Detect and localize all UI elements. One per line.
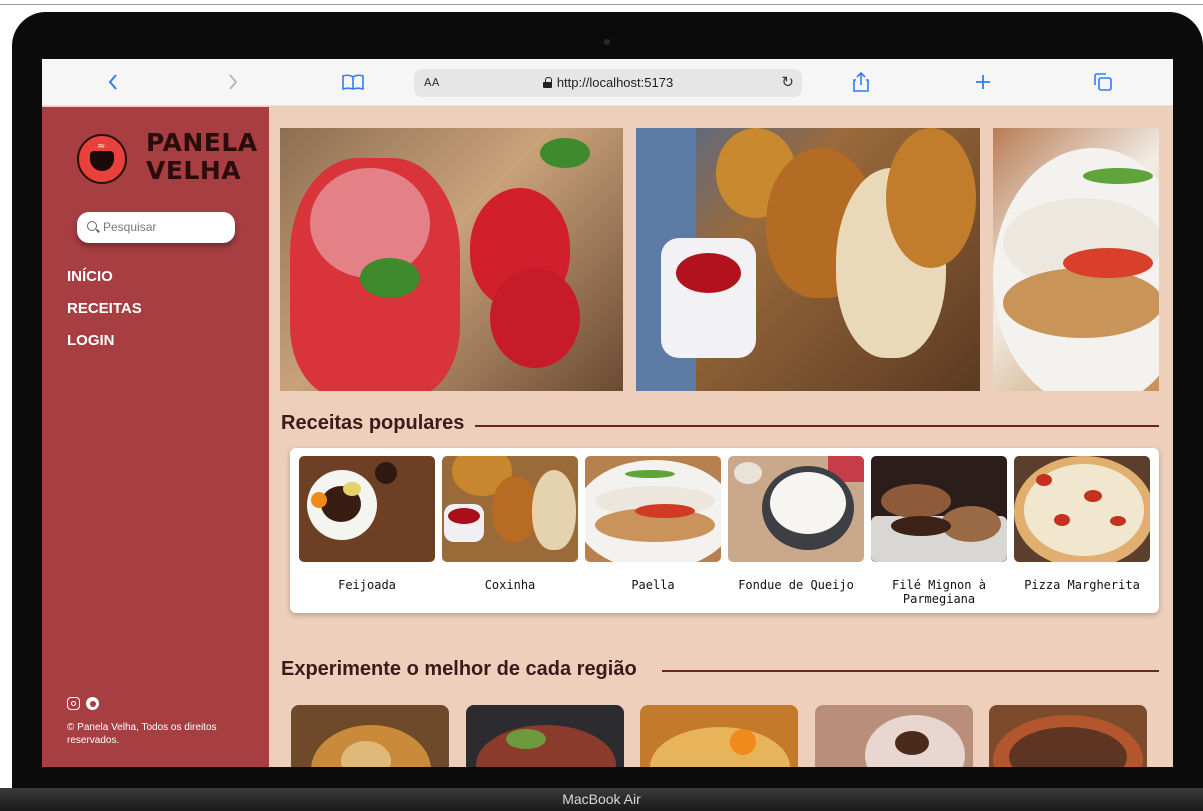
bookmarks-icon[interactable] bbox=[338, 69, 368, 95]
forward-icon[interactable] bbox=[218, 69, 248, 95]
lock-icon bbox=[542, 77, 552, 88]
nav-inicio[interactable]: INÍCIO bbox=[67, 267, 142, 299]
region-card-4[interactable] bbox=[815, 705, 973, 767]
reload-icon[interactable]: ↻ bbox=[781, 73, 794, 91]
logo-icon[interactable]: ≈ bbox=[77, 134, 127, 184]
top-divider bbox=[0, 4, 1203, 5]
recipe-name: Feijoada bbox=[338, 578, 396, 592]
hero-image-coxinha[interactable] bbox=[636, 128, 980, 391]
nav-login[interactable]: LOGIN bbox=[67, 331, 142, 363]
camera bbox=[604, 39, 610, 45]
recipe-card-coxinha[interactable]: Coxinha bbox=[442, 456, 578, 592]
recipe-image bbox=[442, 456, 578, 562]
browser-toolbar: AA http://localhost:5173 ↻ bbox=[42, 59, 1173, 106]
recipe-image bbox=[299, 456, 435, 562]
recipe-card-fondue[interactable]: Fondue de Queijo bbox=[728, 456, 864, 592]
url-value: http://localhost:5173 bbox=[556, 75, 674, 90]
tabs-icon[interactable] bbox=[1088, 69, 1118, 95]
instagram-icon[interactable] bbox=[67, 697, 80, 710]
search-icon bbox=[87, 221, 97, 231]
recipe-image bbox=[728, 456, 864, 562]
recipe-name: Filé Mignon à Parmegiana bbox=[892, 578, 986, 606]
regions-section-divider bbox=[662, 670, 1159, 672]
search-box[interactable] bbox=[77, 212, 235, 243]
recipe-image bbox=[585, 456, 721, 562]
back-icon[interactable] bbox=[98, 69, 128, 95]
region-card-5[interactable] bbox=[989, 705, 1147, 767]
search-input[interactable] bbox=[103, 218, 228, 236]
url-text: http://localhost:5173 bbox=[414, 75, 802, 90]
popular-section-divider bbox=[475, 425, 1159, 427]
popular-recipes-card: Feijoada Coxinha Paella Fondue de Queijo… bbox=[290, 448, 1159, 613]
screen: AA http://localhost:5173 ↻ ≈ PANELA VELH… bbox=[42, 59, 1173, 767]
recipe-name: Fondue de Queijo bbox=[738, 578, 854, 592]
recipe-image bbox=[1014, 456, 1150, 562]
social-links bbox=[67, 697, 99, 710]
address-bar[interactable]: AA http://localhost:5173 ↻ bbox=[414, 69, 802, 97]
popular-section-title: Receitas populares bbox=[281, 412, 465, 434]
recipe-image bbox=[871, 456, 1007, 562]
pot-icon bbox=[90, 151, 114, 171]
new-tab-icon[interactable] bbox=[968, 69, 998, 95]
region-card-2[interactable] bbox=[466, 705, 624, 767]
brand-name[interactable]: PANELA VELHA bbox=[146, 129, 258, 185]
device-label: MacBook Air bbox=[562, 791, 641, 807]
recipe-name: Coxinha bbox=[484, 578, 536, 592]
recipe-card-pizza[interactable]: Pizza Margherita bbox=[1014, 456, 1150, 592]
share-icon[interactable] bbox=[846, 69, 876, 95]
recipe-card-paella[interactable]: Paella bbox=[585, 456, 721, 592]
main-nav: INÍCIO RECEITAS LOGIN bbox=[67, 267, 142, 363]
recipe-name: Pizza Margherita bbox=[1024, 578, 1140, 592]
recipe-card-feijoada[interactable]: Feijoada bbox=[299, 456, 435, 592]
github-icon[interactable] bbox=[86, 697, 99, 710]
nav-receitas[interactable]: RECEITAS bbox=[67, 299, 142, 331]
brand-line-1: PANELA bbox=[146, 128, 258, 157]
sidebar: ≈ PANELA VELHA INÍCIO RECEITAS LOGIN © P… bbox=[42, 107, 269, 767]
regions-section-title: Experimente o melhor de cada região bbox=[281, 658, 637, 680]
hero-image-strawberry-drink[interactable] bbox=[280, 128, 623, 391]
recipe-name: Paella bbox=[631, 578, 675, 592]
region-card-3[interactable] bbox=[640, 705, 798, 767]
hero-image-paella-plate[interactable] bbox=[993, 128, 1159, 391]
region-card-1[interactable] bbox=[291, 705, 449, 767]
copyright-text: © Panela Velha, Todos os direitos reserv… bbox=[67, 722, 217, 746]
recipe-card-file-mignon[interactable]: Filé Mignon à Parmegiana bbox=[871, 456, 1007, 606]
brand-line-2: VELHA bbox=[146, 156, 242, 185]
